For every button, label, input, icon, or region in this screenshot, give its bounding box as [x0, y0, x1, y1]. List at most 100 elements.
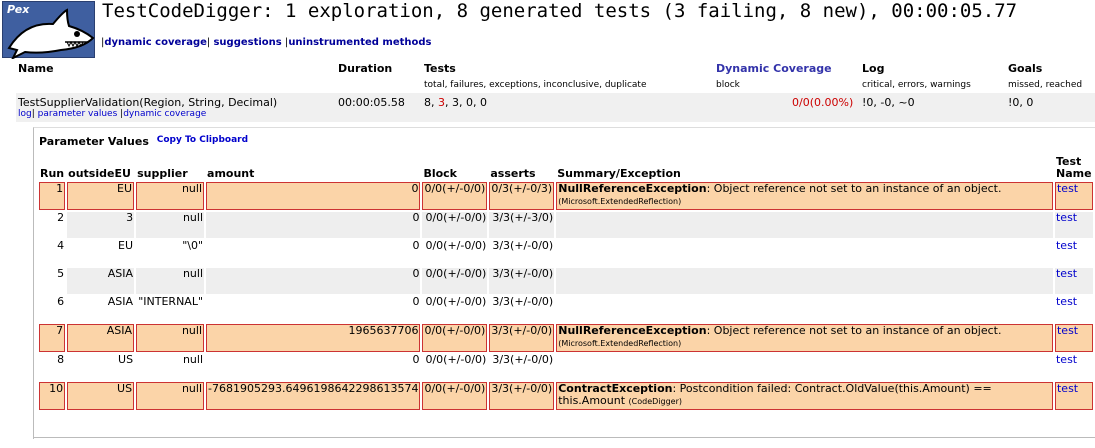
- failing-test-row: 7 ASIA null 1965637706 0/0(+/-0/0) 3/3(+/-0/0…: [39, 324, 1093, 352]
- amount-cell: 0: [206, 212, 421, 238]
- table-row: 5 ASIA null 0 0/0(+/-0/0) 3/3(+/-0/0) test: [39, 268, 1093, 294]
- asserts-cell: 3/3(+/-0/0): [489, 240, 555, 266]
- run-cell: 8: [39, 354, 66, 380]
- test-link[interactable]: test: [1056, 211, 1077, 224]
- outsideEU-cell: ASIA: [67, 296, 135, 322]
- test-cell: test: [1054, 382, 1093, 410]
- summary-cell: [556, 212, 1053, 238]
- amount-cell: 0: [206, 240, 421, 266]
- block-cell: 0/0(+/-0/0): [422, 354, 488, 380]
- test-link[interactable]: test: [1057, 324, 1078, 337]
- failing-test-row: 1 EU null 0 0/0(+/-0/0) 0/3(+/-0/3) NullRefere…: [39, 182, 1093, 210]
- page-title: TestCodeDigger: 1 exploration, 8 generat…: [102, 0, 1018, 22]
- summary-cell: [556, 268, 1053, 294]
- amount-cell: 1965637706: [206, 324, 421, 352]
- supplier-cell: null: [136, 382, 205, 410]
- parameter-values-table: Run outsideEU supplier amount Block asse…: [37, 150, 1095, 412]
- supplier-cell: null: [136, 354, 205, 380]
- asserts-cell: 3/3(+/-0/0): [489, 324, 555, 352]
- outsideEU-cell: ASIA: [67, 268, 135, 294]
- method-name: TestSupplierValidation(Region, String, D…: [18, 96, 278, 109]
- supplier-cell: "INTERNAL": [136, 296, 205, 322]
- panel-bottom-border: [33, 437, 1095, 438]
- outsideEU-cell: ASIA: [67, 324, 135, 352]
- supplier-cell: null: [136, 212, 205, 238]
- supplier-cell: null: [136, 324, 205, 352]
- outsideEU-cell: US: [67, 354, 135, 380]
- dynamic-coverage-link[interactable]: dynamic coverage: [104, 37, 207, 48]
- test-cell: test: [1054, 324, 1093, 352]
- summary-cell: ContractException: Postcondition failed:…: [556, 382, 1053, 410]
- test-cell: test: [1054, 295, 1093, 322]
- row-dynamic-coverage-link[interactable]: dynamic coverage: [123, 109, 206, 119]
- exception-source: (CodeDigger): [628, 397, 683, 406]
- col-coverage-subheader: block: [716, 80, 740, 90]
- tests-failures: 3: [438, 96, 445, 109]
- parameter-values-title: Parameter Values: [39, 135, 149, 148]
- test-cell: test: [1054, 211, 1093, 238]
- test-link[interactable]: test: [1056, 353, 1077, 366]
- asserts-cell: 3/3(+/-0/0): [489, 268, 555, 294]
- table-row: 2 3 null 0 0/0(+/-0/0) 3/3(+/-3/0) test: [39, 212, 1093, 238]
- test-cell: test: [1054, 182, 1093, 210]
- header-run: Run: [40, 167, 65, 180]
- copy-to-clipboard-link[interactable]: Copy To Clipboard: [157, 135, 248, 145]
- run-cell: 5: [39, 268, 66, 294]
- exception-name: NullReferenceException: [558, 182, 707, 195]
- outsideEU-cell: EU: [67, 182, 135, 210]
- outsideEU-cell: US: [67, 382, 135, 410]
- test-link[interactable]: test: [1057, 182, 1078, 195]
- test-cell: test: [1054, 353, 1093, 380]
- run-cell: 2: [39, 212, 66, 238]
- test-link[interactable]: test: [1056, 239, 1077, 252]
- test-link[interactable]: test: [1056, 267, 1077, 280]
- block-cell: 0/0(+/-0/0): [422, 382, 488, 410]
- run-cell: 7: [39, 324, 66, 352]
- failing-test-row: 10 US null -7681905293.6496198642298613574 0…: [39, 382, 1093, 410]
- col-goals-subheader: missed, reached: [1008, 80, 1083, 90]
- tests-value: 8, 3, 3, 0, 0: [424, 96, 487, 109]
- asserts-cell: 0/3(+/-0/3): [489, 182, 555, 210]
- exception-source: (Microsoft.ExtendedReflection): [558, 197, 682, 206]
- amount-cell: -7681905293.6496198642298613574: [206, 382, 421, 410]
- summary-cell: [556, 354, 1053, 380]
- table-row: 6 ASIA "INTERNAL" 0 0/0(+/-0/0) 3/3(+/-0/0) te…: [39, 296, 1093, 322]
- supplier-cell: "\0": [136, 240, 205, 266]
- outsideEU-cell: EU: [67, 240, 135, 266]
- header-summary: Summary/Exception: [557, 167, 681, 180]
- uninstrumented-methods-link[interactable]: uninstrumented methods: [288, 37, 431, 48]
- asserts-cell: 3/3(+/-0/0): [489, 354, 555, 380]
- col-tests-header: Tests: [424, 62, 456, 75]
- col-duration-header: Duration: [338, 62, 393, 75]
- summary-cell: [556, 296, 1053, 322]
- header-outsideEU: outsideEU: [68, 167, 131, 180]
- parameter-values-link[interactable]: parameter values: [38, 109, 118, 119]
- suggestions-link[interactable]: suggestions: [213, 37, 281, 48]
- test-link[interactable]: test: [1056, 295, 1077, 308]
- block-cell: 0/0(+/-0/0): [422, 296, 488, 322]
- amount-cell: 0: [206, 296, 421, 322]
- table-row: 4 EU "\0" 0 0/0(+/-0/0) 3/3(+/-0/0) test: [39, 240, 1093, 266]
- log-value: !0, -0, ~0: [862, 96, 915, 109]
- exception-message: : Object reference not set to an instanc…: [706, 324, 1002, 337]
- run-cell: 10: [39, 382, 66, 410]
- outsideEU-cell: 3: [67, 212, 135, 238]
- run-cell: 4: [39, 240, 66, 266]
- header-test-name: Test Name: [1055, 155, 1092, 180]
- log-link[interactable]: log: [18, 109, 32, 119]
- method-links: log| parameter values |dynamic coverage: [18, 109, 207, 119]
- dynamic-coverage-header-link[interactable]: Dynamic Coverage: [716, 62, 832, 75]
- coverage-value: 0/0(0.00%): [792, 96, 854, 109]
- parameter-values-heading: Parameter Values Copy To Clipboard: [39, 135, 248, 148]
- exception-message: : Object reference not set to an instanc…: [706, 182, 1002, 195]
- amount-cell: 0: [206, 354, 421, 380]
- block-cell: 0/0(+/-0/0): [422, 240, 488, 266]
- test-link[interactable]: test: [1057, 382, 1078, 395]
- test-cell: test: [1054, 267, 1093, 294]
- top-links: |dynamic coverage| suggestions |uninstru…: [101, 37, 432, 48]
- supplier-cell: null: [136, 182, 205, 210]
- summary-cell: NullReferenceException: Object reference…: [556, 324, 1053, 352]
- header-block: Block: [423, 167, 458, 180]
- block-cell: 0/0(+/-0/0): [422, 212, 488, 238]
- supplier-cell: null: [136, 268, 205, 294]
